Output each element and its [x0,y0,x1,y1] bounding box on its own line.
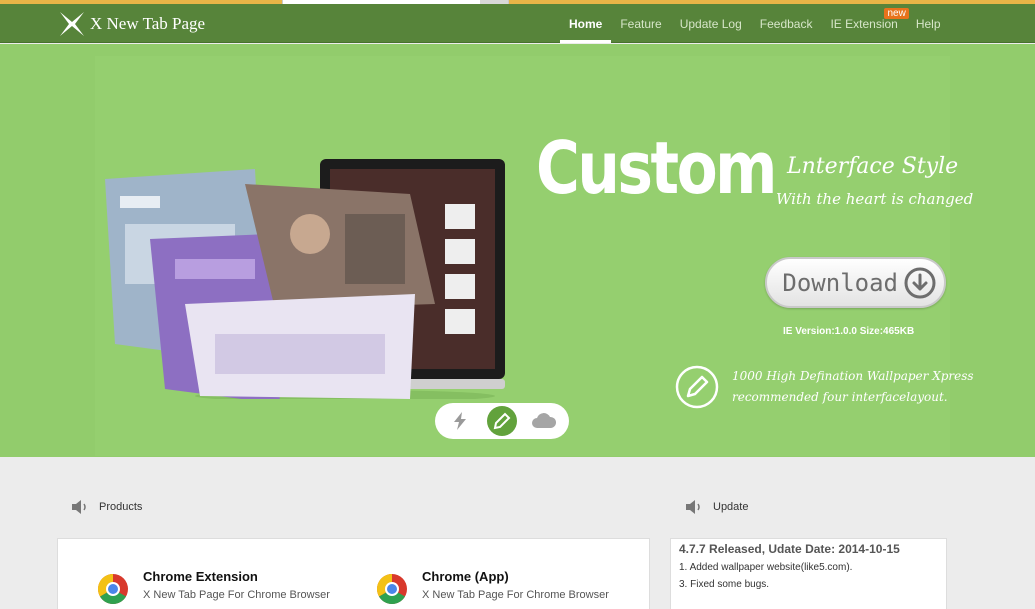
laptop-screens-illustration [105,159,505,399]
site-logo[interactable]: X New Tab Page [58,10,205,38]
hero-banner: Custom Lnterface Style With the heart is… [0,44,1035,457]
product-desc: X New Tab Page For Chrome Browser [143,589,330,601]
products-heading: Products [71,499,142,515]
download-label: Download [782,268,898,297]
nav-update-log-label: Update Log [679,16,742,31]
update-title: 4.7.7 Released, Udate Date: 2014-10-15 [679,542,900,556]
nav-home[interactable]: Home [560,4,612,43]
new-badge: new [884,8,909,19]
lightning-icon [454,412,466,430]
switch-cloud[interactable] [529,406,559,436]
nav-feature-label: Feature [620,16,662,31]
update-line: 3. Fixed some bugs. [679,579,770,590]
download-button[interactable]: Download [765,257,946,308]
nav-help[interactable]: Help [907,4,950,43]
pencil-icon [493,412,511,430]
cloud-icon [532,413,557,428]
switch-lightning[interactable] [445,406,475,436]
speaker-icon [686,500,700,514]
download-arrow-icon [904,267,936,298]
product-desc: X New Tab Page For Chrome Browser [422,589,609,601]
main-nav: Home Feature Update Log Feedback IE Exte… [560,4,950,43]
update-heading: Update [685,499,748,515]
nav-feature[interactable]: Feature [611,4,670,43]
hero-subtitle-1: Lnterface Style [787,154,959,179]
interface-switcher [435,403,569,439]
feature-line-2: recommended four interfacelayout. [732,390,948,404]
nav-help-label: Help [915,16,941,31]
switch-pencil[interactable] [487,406,517,436]
x-logo-icon [60,12,84,36]
speaker-icon [72,500,86,514]
logo-text: X New Tab Page [90,14,206,33]
product-name: Chrome (App) [422,569,509,584]
nav-feedback[interactable]: Feedback [751,4,822,43]
products-label: Products [99,501,143,513]
nav-home-label: Home [569,16,603,31]
site-header: X New Tab Page Home Feature Update Log F… [0,4,1035,43]
pencil-circle-icon [675,365,719,409]
update-label: Update [713,501,749,513]
hero-title: Custom [536,126,777,210]
update-card: 4.7.7 Released, Udate Date: 2014-10-15 1… [670,538,947,609]
version-info: IE Version:1.0.0 Size:465KB [783,326,915,337]
nav-ie-extension[interactable]: IE Extension new [821,4,909,43]
products-card: Chrome Extension X New Tab Page For Chro… [57,538,650,609]
hero-subtitle-2: With the heart is changed [776,190,974,208]
chrome-icon [97,574,128,605]
product-name: Chrome Extension [143,569,258,584]
nav-update-log[interactable]: Update Log [671,4,751,43]
chrome-icon [376,574,407,605]
feature-text: 1000 High Defination Wallpaper Xpress re… [732,366,974,408]
feature-line-1: 1000 High Defination Wallpaper Xpress [732,369,974,383]
update-line: 1. Added wallpaper website(like5.com). [679,562,853,573]
nav-feedback-label: Feedback [759,16,813,31]
